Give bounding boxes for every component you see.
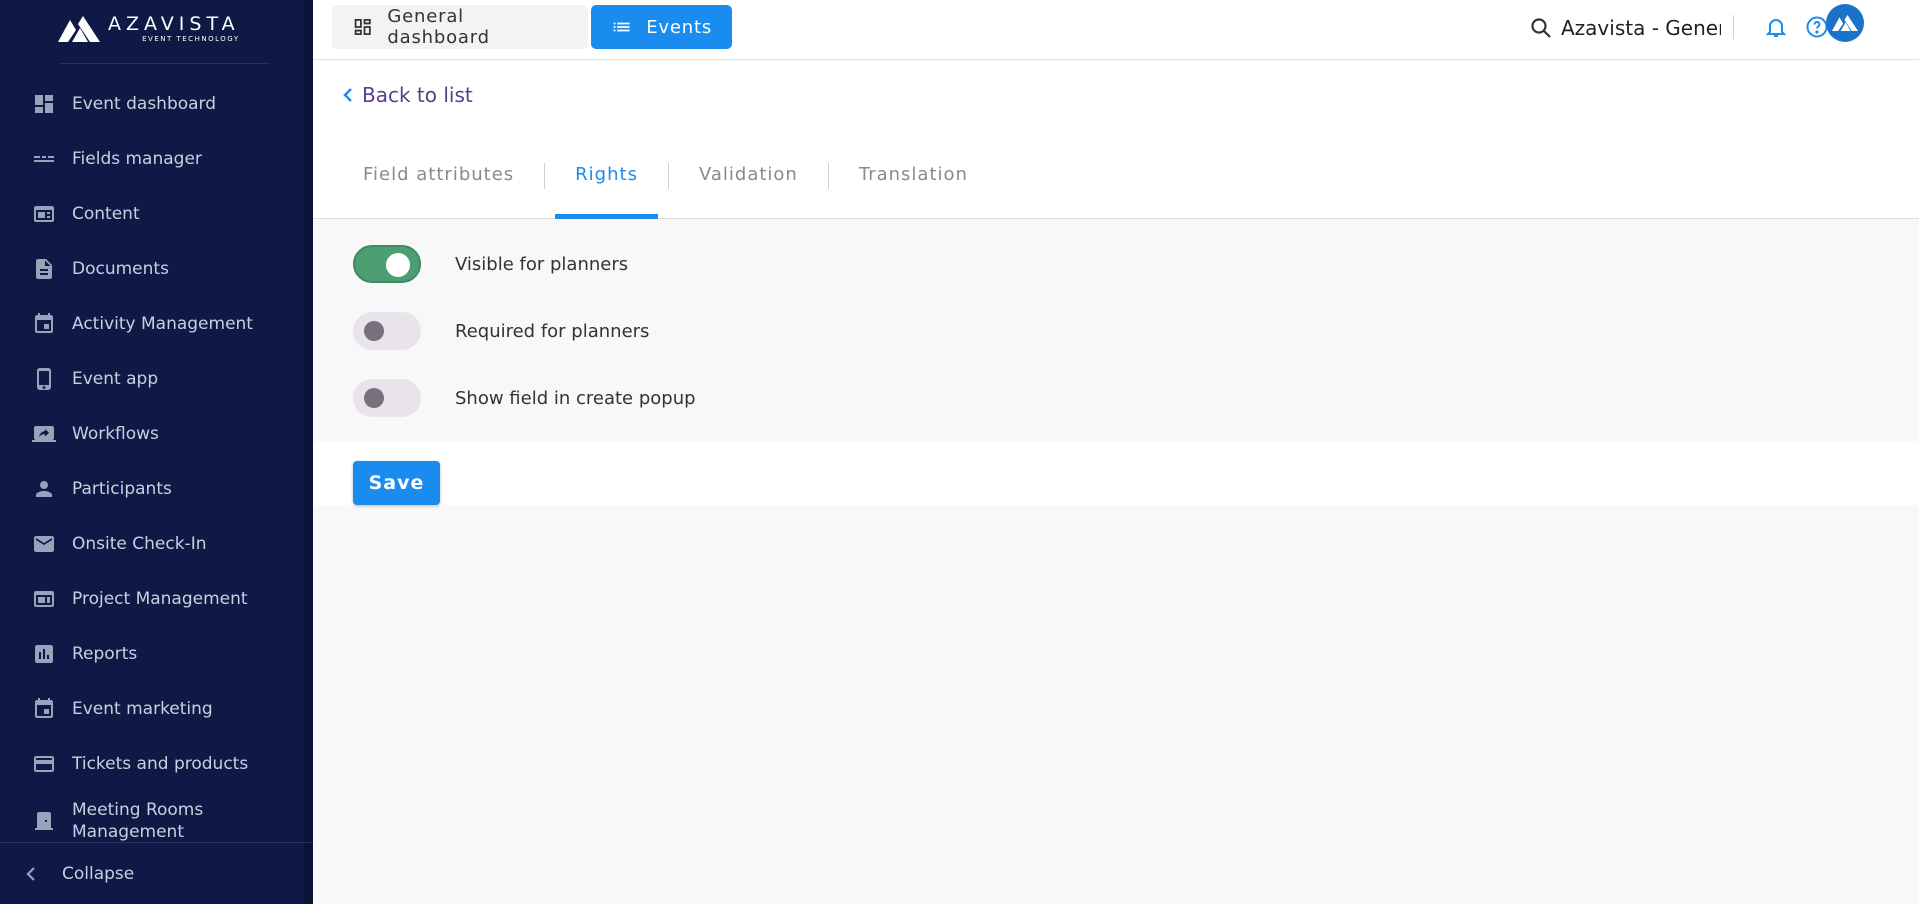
collapse-label: Collapse [62,863,135,884]
sidebar-item-label: Workflows [72,423,159,444]
tab-label: Field attributes [363,164,515,185]
workspace-search[interactable]: Azavista - General [1529,14,1721,42]
sidebar-item-label: Documents [72,258,169,279]
sidebar-item-content[interactable]: Content [0,186,304,241]
sidebar: AZAVISTA EVENT TECHNOLOGY Event dashboar… [0,0,313,904]
door-icon [32,809,56,833]
sidebar-item-label: Content [72,203,140,224]
sidebar-item-label: Onsite Check-In [72,533,207,554]
sidebar-item-label: Project Management [72,588,248,609]
calendar-icon [32,697,56,721]
sidebar-item-label: Event app [72,368,159,389]
visible-for-planners-row: Visible for planners [353,244,628,284]
search-icon [1531,18,1551,38]
sidebar-item-onsite-check-in[interactable]: Onsite Check-In [0,516,304,571]
azavista-logo[interactable]: AZAVISTA EVENT TECHNOLOGY [58,12,240,46]
topbar-divider [1733,15,1734,39]
general-dashboard-label: General dashboard [387,6,490,48]
tab-field-attributes[interactable]: Field attributes [333,153,544,219]
bell-icon [1765,19,1787,37]
sidebar-item-label: Reports [72,643,138,664]
sidebar-item-documents[interactable]: Documents [0,241,304,296]
save-button[interactable]: Save [353,461,440,505]
logo-icon [58,16,100,42]
project-icon [32,587,56,611]
list-icon [613,22,630,32]
tab-translation[interactable]: Translation [829,153,998,219]
required-for-planners-row: Required for planners [353,311,649,351]
dashboard-icon [32,92,56,116]
field-header-panel: Back to list Field attributes Rights Val… [313,61,1919,219]
tab-rights[interactable]: Rights [545,153,668,219]
document-icon [32,257,56,281]
tab-label: Rights [575,164,638,185]
sidebar-item-event-marketing[interactable]: Event marketing [0,681,304,736]
tab-label: Translation [858,164,968,185]
show-in-create-popup-label: Show field in create popup [455,387,696,409]
logo-divider [60,63,270,64]
sidebar-item-label: Meeting Rooms Management [72,800,204,842]
brand-name: AZAVISTA [108,13,240,35]
toggle-knob [364,321,384,341]
rights-panel: Visible for planners Required for planne… [313,220,1919,441]
person-icon [32,477,56,501]
content-icon [32,202,56,226]
sidebar-item-activity-management[interactable]: Activity Management [0,296,304,351]
required-for-planners-toggle[interactable] [353,312,421,350]
sidebar-item-event-app[interactable]: Event app [0,351,304,406]
show-in-create-popup-toggle[interactable] [353,379,421,417]
toggle-knob [364,388,384,408]
tab-validation[interactable]: Validation [669,153,828,219]
events-label: Events [646,16,712,38]
collapse-button[interactable]: Collapse [0,842,313,904]
back-to-list-link[interactable]: Back to list [340,83,473,107]
visible-for-planners-toggle[interactable] [353,245,421,283]
sidebar-item-label: Fields manager [72,148,202,169]
events-button[interactable]: Events [591,5,732,49]
sidebar-scrollbar[interactable] [304,0,313,904]
general-dashboard-button[interactable]: General dashboard [332,5,588,49]
back-to-list-label: Back to list [362,83,473,107]
user-avatar[interactable] [1826,4,1864,42]
sidebar-item-event-dashboard[interactable]: Event dashboard [0,76,304,131]
fields-icon [32,147,56,171]
chart-icon [32,642,56,666]
sidebar-item-label: Event dashboard [72,93,217,114]
tab-label: Validation [698,164,798,185]
sidebar-item-label: Tickets and products [72,753,249,774]
field-tabs: Field attributes Rights Validation Trans… [333,153,998,219]
workspace-name: Azavista - General [1561,16,1721,40]
mail-icon [32,532,56,556]
sidebar-item-tickets-and-products[interactable]: Tickets and products [0,736,304,791]
card-icon [32,752,56,776]
required-for-planners-label: Required for planners [455,320,650,342]
sidebar-item-workflows[interactable]: Workflows [0,406,304,461]
dashboard-outline-icon [354,18,371,36]
chevron-left-icon [343,88,352,102]
sidebar-item-label: Activity Management [72,313,253,334]
calendar-icon [32,312,56,336]
sidebar-item-project-management[interactable]: Project Management [0,571,304,626]
main-content: Back to list Field attributes Rights Val… [313,61,1919,904]
avatar-logo-icon [1832,14,1858,32]
notifications-button[interactable] [1763,14,1789,40]
top-bar: General dashboard Events Azavista - Gene… [313,0,1919,60]
show-in-create-popup-row: Show field in create popup [353,378,696,418]
workflow-icon [32,422,56,446]
sidebar-item-fields-manager[interactable]: Fields manager [0,131,304,186]
sidebar-item-participants[interactable]: Participants [0,461,304,516]
chevron-left-icon [22,865,40,883]
visible-for-planners-label: Visible for planners [455,253,629,275]
sidebar-nav: Event dashboard Fields manager Content D… [0,76,304,851]
sidebar-item-label: Event marketing [72,698,213,719]
save-panel: Save [313,441,1919,505]
sidebar-item-reports[interactable]: Reports [0,626,304,681]
phone-icon [32,367,56,391]
sidebar-item-label: Participants [72,478,172,499]
toggle-knob [386,253,410,277]
brand-tagline: EVENT TECHNOLOGY [142,35,240,43]
